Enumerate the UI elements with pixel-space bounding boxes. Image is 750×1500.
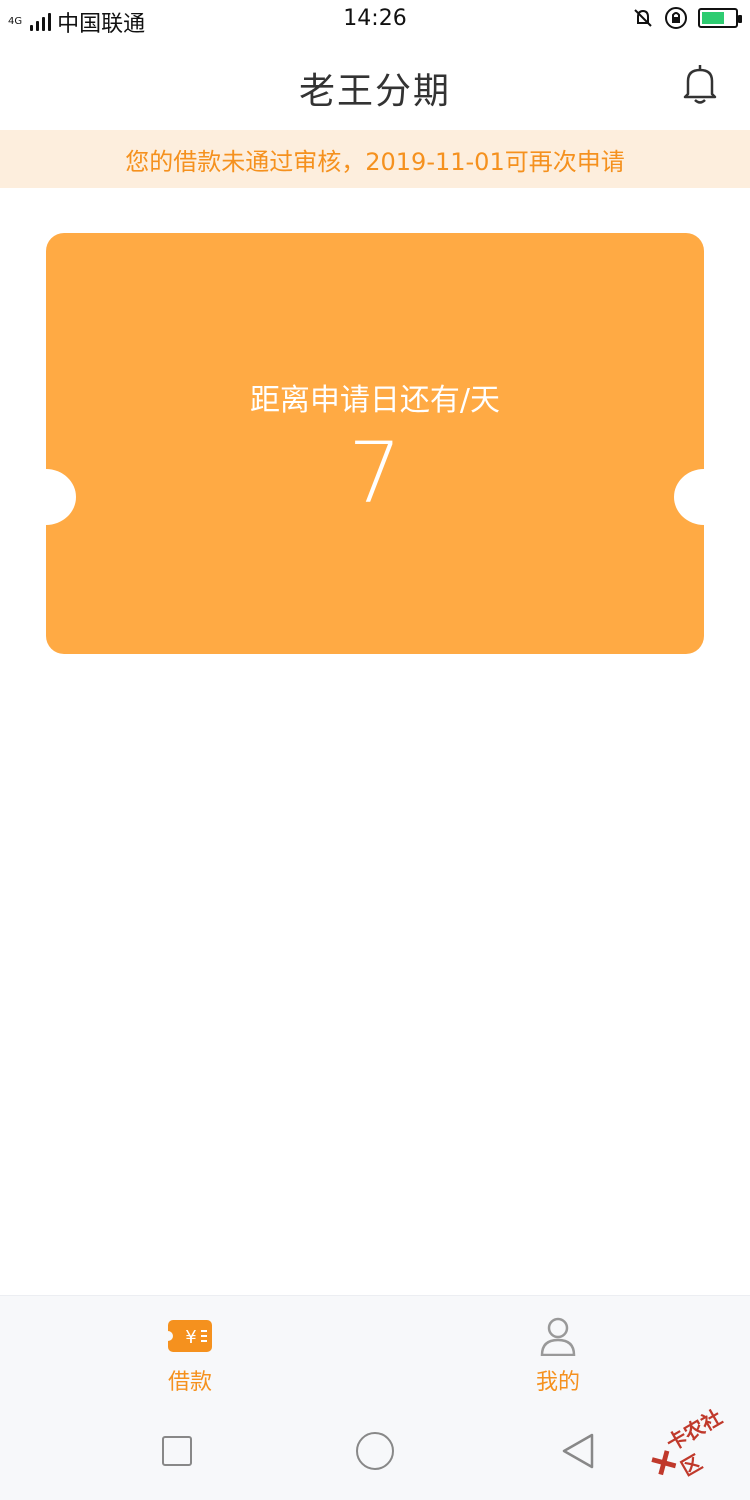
system-navigation-bar — [0, 1405, 750, 1500]
back-button[interactable] — [560, 1431, 596, 1471]
rotation-lock-icon — [665, 7, 687, 29]
page-title: 老王分期 — [298, 71, 451, 112]
bottom-tab-bar: ¥ 借款 我的 — [0, 1295, 750, 1405]
countdown-value: 7 — [348, 424, 402, 522]
app-screen: 4G 中国联通 14:26 老王分期 您的借款未通过审核，2019-11-01可… — [0, 0, 750, 1500]
tab-mine-label: 我的 — [535, 1370, 580, 1395]
tab-loan-label: 借款 — [167, 1370, 212, 1395]
svg-text:¥: ¥ — [185, 1327, 196, 1348]
bell-icon[interactable] — [680, 62, 720, 106]
user-icon — [540, 1317, 576, 1356]
mute-icon — [634, 9, 652, 27]
notice-text: 您的借款未通过审核，2019-11-01可再次申请 — [125, 147, 625, 176]
recents-button[interactable] — [162, 1436, 192, 1466]
status-right — [632, 6, 742, 30]
tab-mine[interactable]: 我的 — [458, 1296, 658, 1406]
countdown-label: 距离申请日还有/天 — [249, 383, 501, 418]
status-bar: 4G 中国联通 14:26 — [0, 0, 750, 40]
battery-icon — [698, 8, 742, 28]
notice-banner: 您的借款未通过审核，2019-11-01可再次申请 — [0, 130, 750, 188]
app-header: 老王分期 — [0, 40, 750, 130]
tab-loan[interactable]: ¥ 借款 — [90, 1296, 290, 1406]
loan-icon: ¥ — [167, 1320, 212, 1352]
countdown-card: 距离申请日还有/天 7 — [46, 233, 704, 654]
home-button[interactable] — [356, 1432, 394, 1470]
